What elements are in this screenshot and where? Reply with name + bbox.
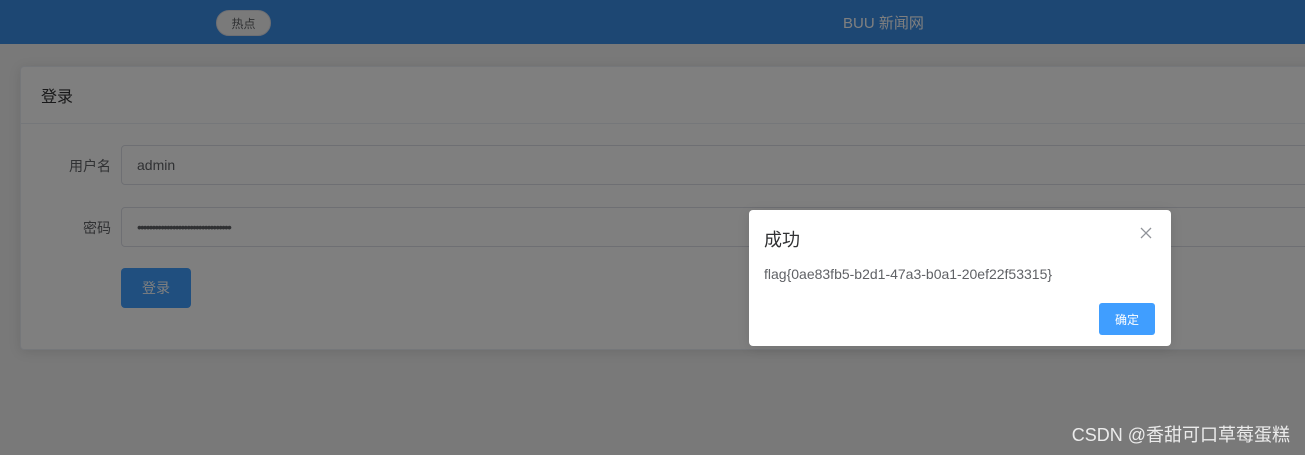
close-icon[interactable]: [1139, 226, 1153, 240]
confirm-button[interactable]: 确定: [1099, 303, 1155, 335]
close-icon-glyph: [1140, 227, 1152, 239]
watermark: CSDN @香甜可口草莓蛋糕: [1071, 425, 1290, 445]
dialog-message: flag{0ae83fb5-b2d1-47a3-b0a1-20ef22f5331…: [764, 266, 1053, 282]
dialog-title: 成功: [764, 230, 800, 250]
success-dialog: 成功 flag{0ae83fb5-b2d1-47a3-b0a1-20ef22f5…: [749, 210, 1171, 346]
